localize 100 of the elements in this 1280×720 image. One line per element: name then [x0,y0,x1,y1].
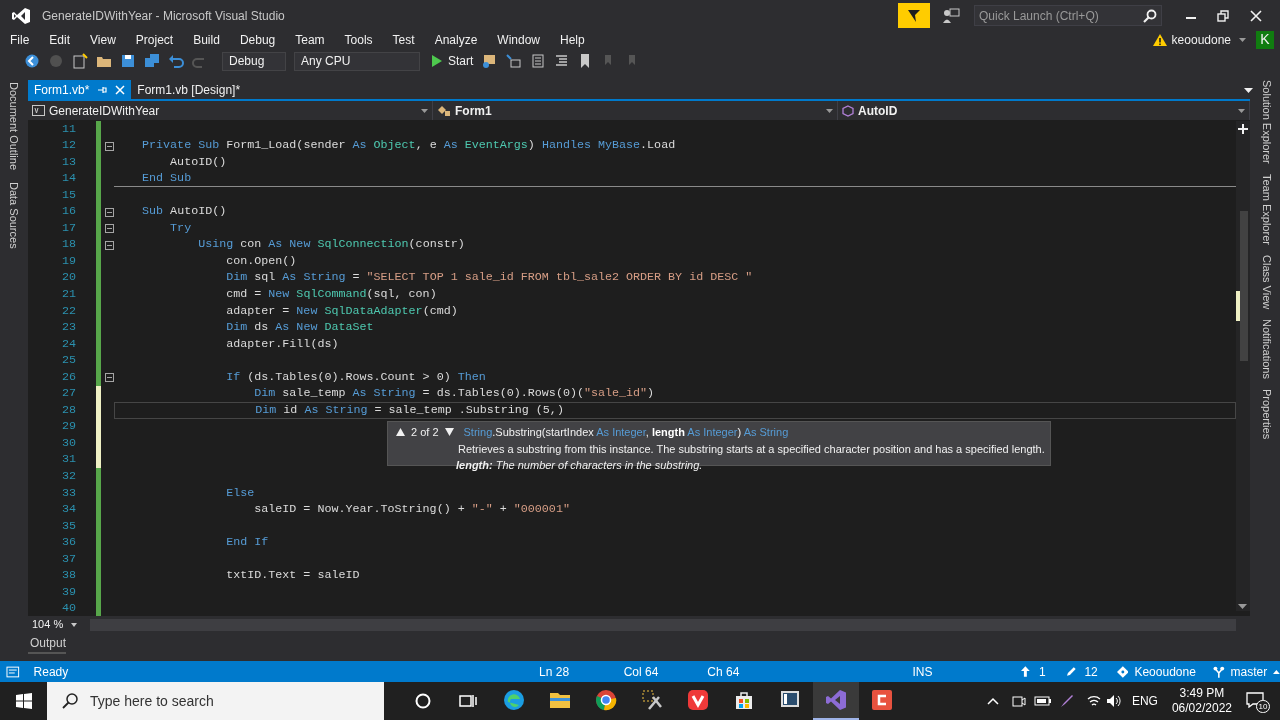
pencil-icon[interactable] [1065,666,1077,677]
new-project-icon[interactable] [72,53,88,69]
comment-icon[interactable] [553,53,570,69]
volume-icon[interactable] [1105,694,1122,708]
dropdown-icon[interactable] [1244,88,1253,93]
line-number: 24 [60,335,76,353]
line-number: 18 [60,236,76,254]
menu-item[interactable]: View [90,30,116,49]
menu-item[interactable]: Debug [239,30,276,49]
battery-icon[interactable] [1033,695,1052,707]
menu-item[interactable]: Help [560,30,585,49]
side-tab[interactable]: Document Outline [5,82,23,171]
line-number: 39 [60,583,76,601]
collapse-icon[interactable] [105,141,114,151]
menu-item[interactable]: Test [392,30,415,49]
camera-icon[interactable] [1011,694,1026,708]
branch-name[interactable]: master [1230,662,1268,681]
line-number: 16 [60,203,76,221]
step-over-icon[interactable] [529,53,546,69]
side-tab[interactable]: Properties [1258,388,1276,439]
side-tab[interactable]: Notifications [1258,318,1276,379]
pen-icon[interactable] [1059,694,1074,708]
method-description: Retrieves a substring from this instance. The substring starts at a specified character position and has a specified length. [457,441,1042,457]
menu-item[interactable]: Window [497,30,540,49]
scrollbar-thumb[interactable] [1240,211,1248,361]
quick-launch-field[interactable]: Quick Launch (Ctrl+Q) [974,5,1162,26]
platform-dropdown[interactable]: Any CPU [294,51,420,71]
line-number: 14 [60,170,76,188]
up-arrow-icon[interactable] [396,428,405,437]
restore-icon[interactable] [1217,9,1229,22]
collapse-icon[interactable] [105,373,114,383]
menu-item[interactable]: File [10,30,30,49]
account-name[interactable]: keooudone [1171,30,1231,49]
vertical-scrollbar[interactable] [1236,121,1250,611]
clock-time[interactable]: 3:49 PM [1179,686,1225,701]
undo-icon[interactable] [168,53,184,69]
collapse-icon[interactable] [105,224,114,234]
line-number: 29 [60,418,76,436]
method-icon [842,104,854,117]
menu-item[interactable]: Analyze [434,30,478,49]
collapse-icon[interactable] [105,240,114,250]
document-tab[interactable]: Form1.vb* [28,80,132,99]
menu-item[interactable]: Team [295,30,325,49]
line-number: 38 [60,567,76,585]
cortana-icon[interactable] [415,693,431,709]
start-button[interactable]: Start [432,52,474,70]
line-number: 33 [60,484,76,502]
document-tab[interactable]: Form1.vb [Design]* [131,80,247,99]
code-line: Dim sale_temp As String = ds.Tables(0).Rows(0)("sale_id") [253,385,655,403]
clock-date[interactable]: 06/02/2022 [1171,701,1232,716]
side-tab[interactable]: Team Explorer [1258,173,1276,245]
back-icon[interactable] [24,53,40,69]
status-text: Ready [33,663,70,681]
windows-start-icon[interactable] [16,693,32,709]
save-all-icon[interactable] [144,53,160,69]
method-signature: String.Substring(startIndex As Integer, length As Integer) As String [463,425,789,440]
search-placeholder: Type here to search [90,691,214,711]
push-count[interactable]: 1 [1039,662,1046,681]
zoom-dropdown[interactable]: 104 % [28,616,84,633]
configuration-dropdown[interactable]: Debug [222,51,286,71]
character-indicator: Ch 64 [707,663,741,681]
branch-icon[interactable] [1212,665,1225,678]
code-line: End If [225,534,269,552]
repository-name[interactable]: Keooudone [1134,662,1196,681]
line-number: 11 [60,120,76,138]
code-line: saleID = Now.Year.ToString() + "-" + "000001" [253,501,570,519]
caret-icon [421,108,428,113]
save-icon[interactable] [120,53,136,69]
account-avatar[interactable]: K [1256,30,1274,49]
code-line: con.Open() [225,252,297,270]
changes-count[interactable]: 12 [1084,662,1098,681]
side-tab[interactable]: Solution Explorer [1258,80,1276,164]
visual-studio-icon [825,689,847,711]
collapse-icon[interactable] [105,207,114,217]
feedback-button[interactable] [898,3,930,28]
code-line: adapter = New SqlDataAdapter(cmd) [225,302,458,320]
close-icon[interactable] [1250,9,1262,22]
output-tab[interactable]: Output [28,634,67,654]
side-tab[interactable]: Data Sources [5,182,23,249]
app-icon [871,689,893,711]
caret-icon [1238,108,1245,113]
taskbar-search-field[interactable]: Type here to search [47,682,384,720]
language-indicator[interactable]: ENG [1131,692,1158,710]
class-icon [437,104,451,117]
side-tab[interactable]: Class View [1258,254,1276,309]
chevron-up-icon[interactable] [986,697,999,705]
wifi-icon[interactable] [1085,694,1102,708]
feedback-icon[interactable] [942,7,960,24]
line-number: 23 [60,319,76,337]
repository-icon[interactable] [1116,665,1129,678]
line-number: 32 [60,468,76,485]
menu-item[interactable]: Build [193,30,220,49]
menu-item[interactable]: Tools [344,30,373,49]
task-view-icon[interactable] [459,693,477,709]
menu-item[interactable]: Edit [49,30,71,49]
line-number: 37 [60,550,76,568]
line-number: 13 [60,153,76,171]
menu-item[interactable]: Project [135,30,174,49]
down-arrow-icon[interactable] [444,428,454,437]
up-arrow-icon[interactable] [1021,666,1031,677]
